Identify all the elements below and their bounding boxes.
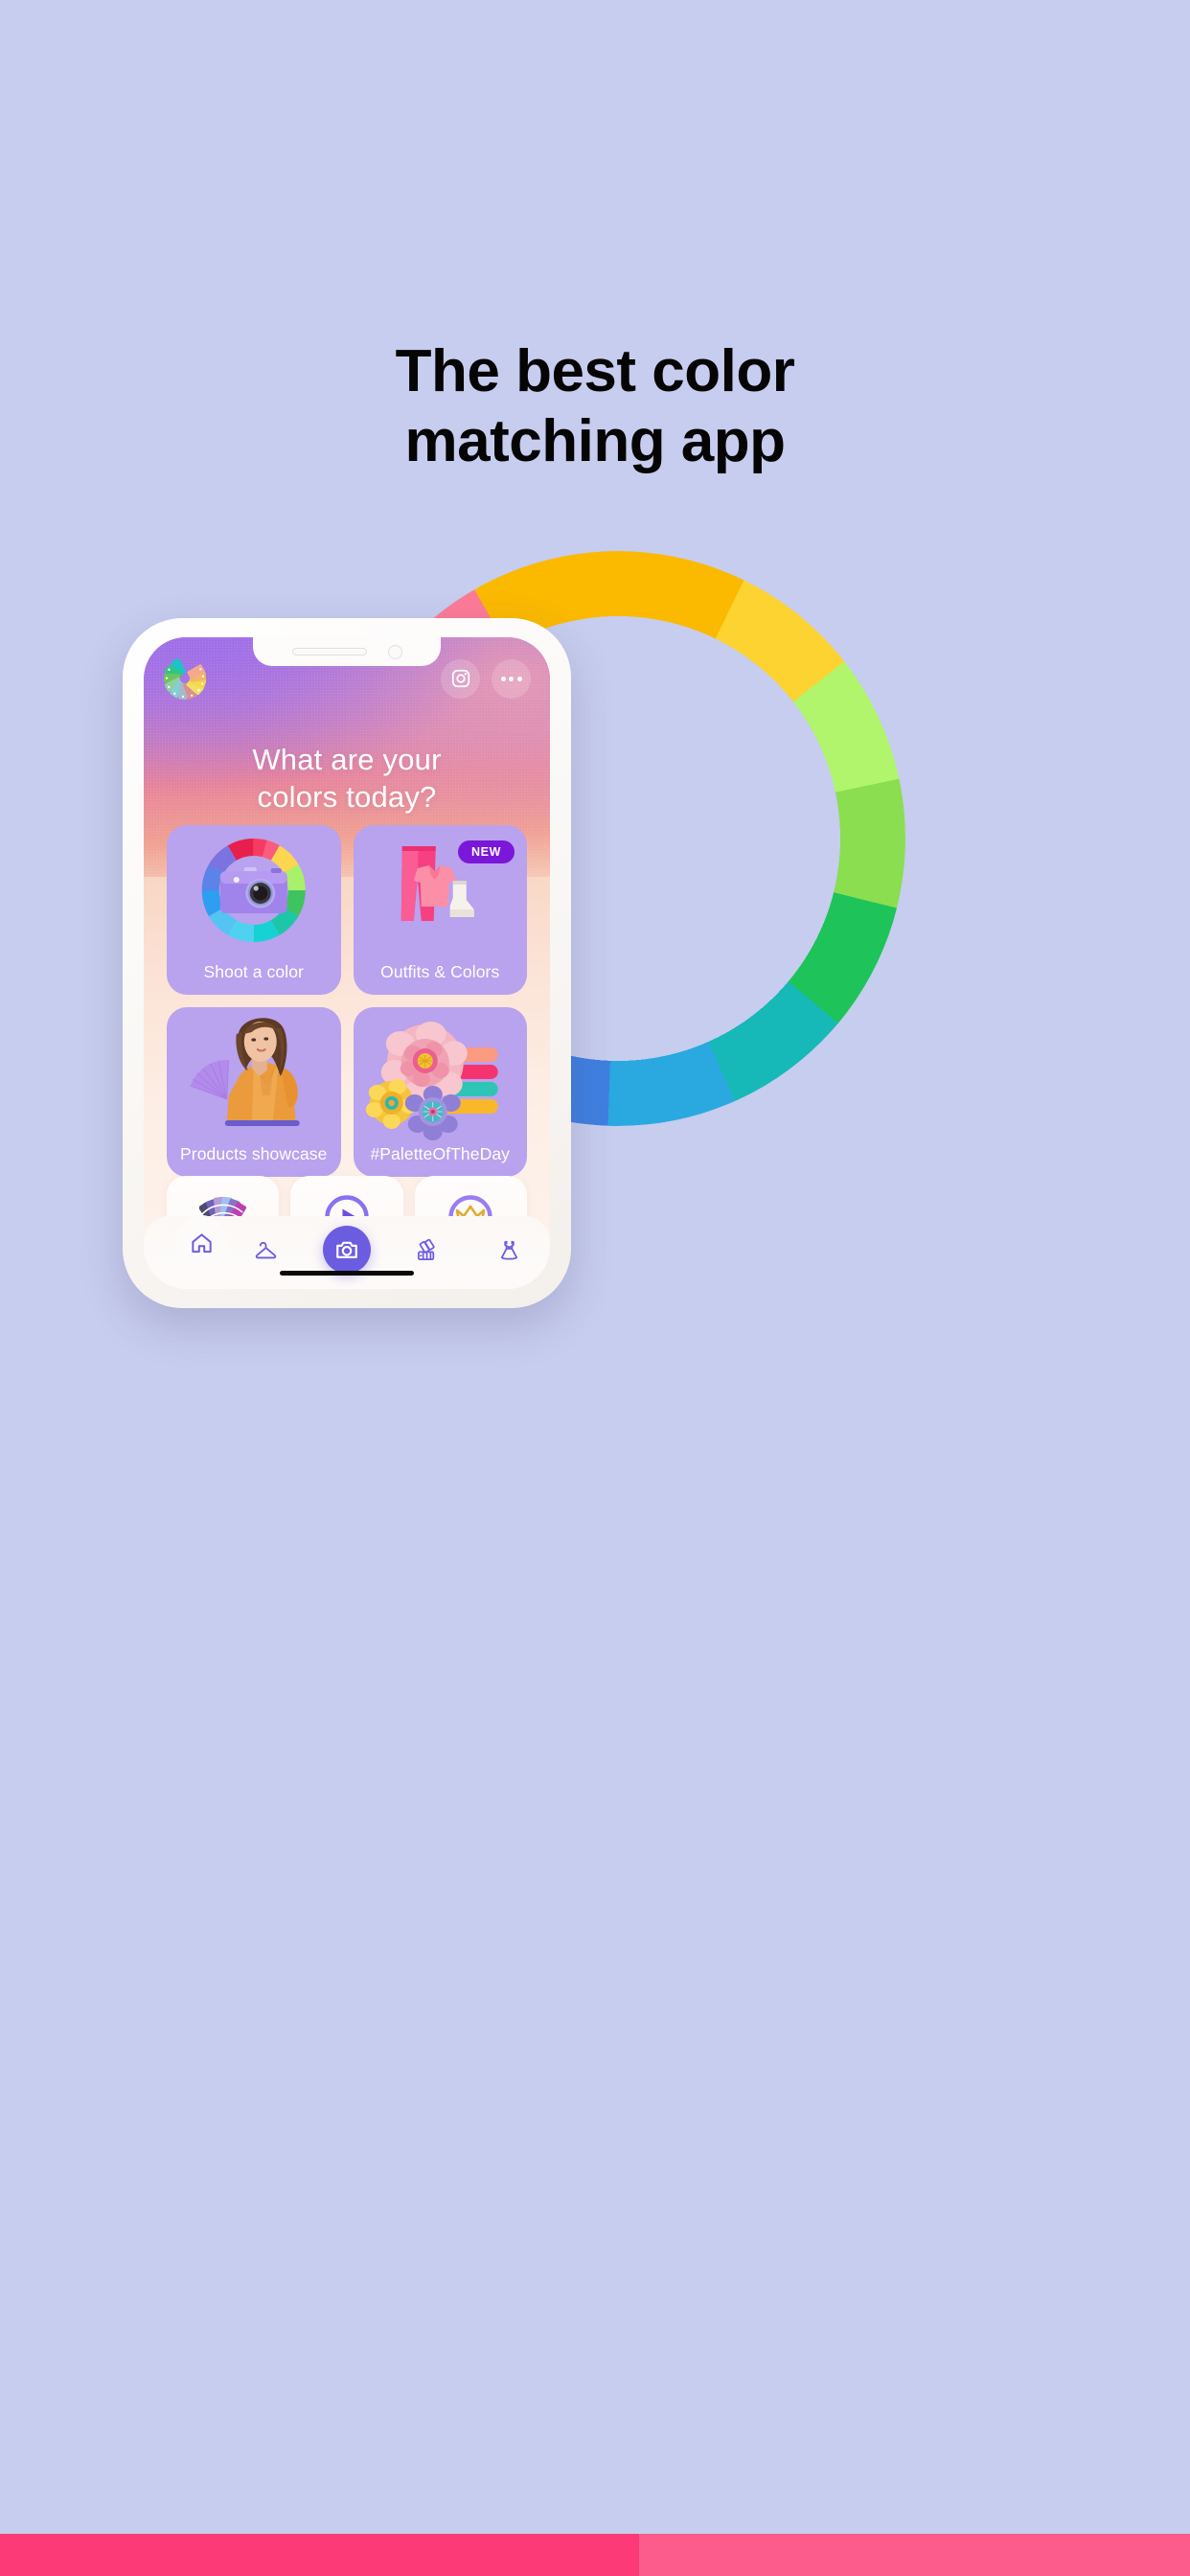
tile-palette-of-the-day[interactable]: #PaletteOfTheDay xyxy=(353,1007,528,1177)
topbar-actions xyxy=(441,658,531,699)
app-topbar xyxy=(144,656,550,701)
nav-item-wardrobe[interactable] xyxy=(239,1228,292,1272)
instagram-button[interactable] xyxy=(441,658,480,699)
bottom-bar-segment-right xyxy=(639,2534,1190,2576)
nav-home-active-pill xyxy=(176,1215,227,1271)
camera-icon xyxy=(336,1241,357,1258)
tile-shoot-a-color[interactable]: Shoot a color xyxy=(167,825,341,995)
bottom-bar-segment-left xyxy=(0,2534,639,2576)
palette-swatches-icon xyxy=(418,1238,435,1260)
tile-label: Shoot a color xyxy=(203,962,304,981)
paper-flowers-palette-art xyxy=(354,1007,528,1143)
hero-question-line-2: colors today? xyxy=(257,780,437,815)
page-title-line-1: The best color xyxy=(395,338,795,404)
nav-item-palettes[interactable] xyxy=(401,1228,455,1272)
tile-label: #PaletteOfTheDay xyxy=(370,1144,511,1163)
nav-item-home[interactable] xyxy=(157,1215,227,1272)
feature-tiles-grid: Shoot a color NEW Outfits & Colors Produ… xyxy=(167,825,527,1177)
instagram-icon xyxy=(451,669,469,688)
page-title-line-2: matching app xyxy=(404,407,786,474)
tile-label: Outfits & Colors xyxy=(380,962,500,981)
nav-item-camera[interactable] xyxy=(320,1226,374,1274)
phone-mockup: What are your colors today? Shoot a colo… xyxy=(123,618,571,1308)
page-title: The best color matching app xyxy=(0,337,1190,476)
hero-question-line-1: What are your xyxy=(252,743,442,776)
phone-screen: What are your colors today? Shoot a colo… xyxy=(144,637,550,1289)
dress-icon xyxy=(500,1240,518,1260)
more-dots-icon xyxy=(500,676,522,681)
camera-action-button[interactable] xyxy=(322,1226,371,1274)
more-options-button[interactable] xyxy=(492,658,531,699)
woman-orange-dress-art xyxy=(167,1007,341,1143)
color-fan-logo-icon[interactable] xyxy=(163,656,207,701)
new-badge: NEW xyxy=(458,840,515,863)
bottom-accent-bar xyxy=(0,2534,1190,2576)
color-wheel-camera-art xyxy=(167,825,341,961)
hanger-icon xyxy=(255,1241,276,1258)
home-icon xyxy=(192,1232,212,1253)
tile-label: Products showcase xyxy=(180,1144,328,1163)
tile-products-showcase[interactable]: Products showcase xyxy=(167,1007,341,1177)
hero-question: What are your colors today? xyxy=(144,741,550,816)
nav-item-outfits[interactable] xyxy=(483,1228,537,1272)
bottom-navigation xyxy=(144,1215,550,1289)
home-indicator xyxy=(280,1271,414,1276)
speaker-slot-icon xyxy=(291,648,367,656)
tile-outfits-and-colors[interactable]: NEW Outfits & Colors xyxy=(353,825,527,995)
